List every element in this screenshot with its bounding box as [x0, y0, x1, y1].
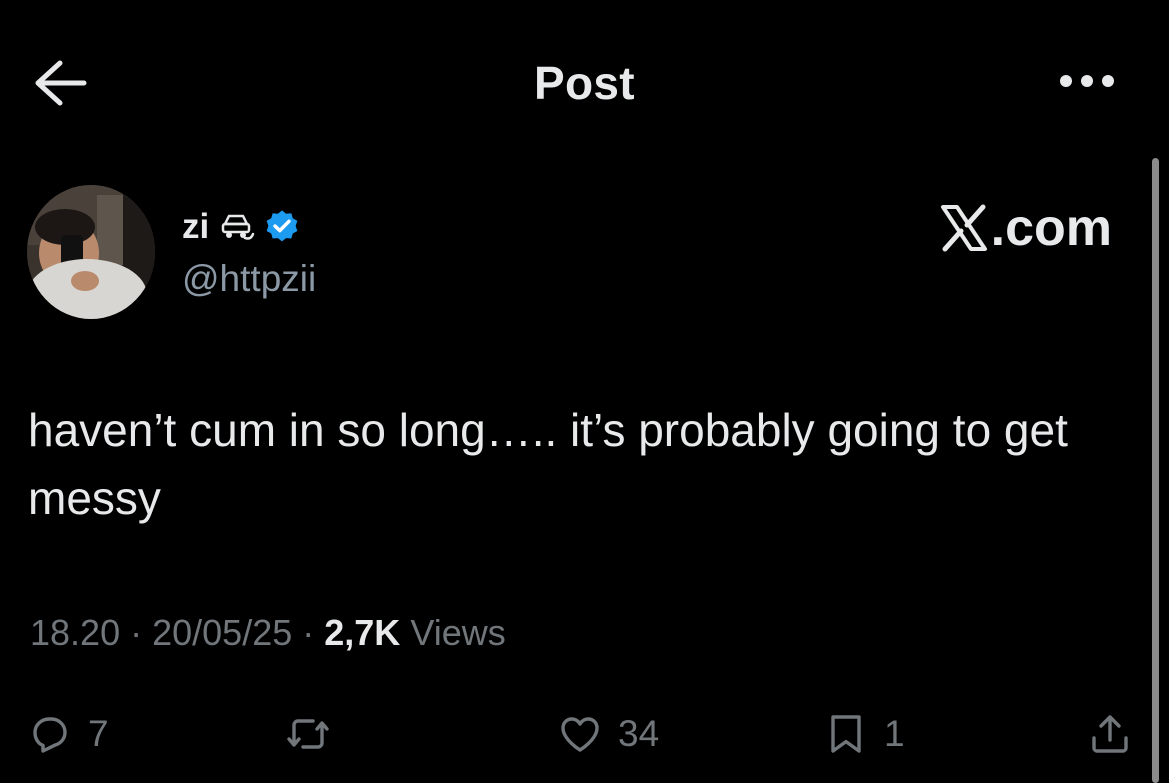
verified-badge-icon [263, 208, 301, 246]
watermark-text: .com [990, 199, 1112, 257]
like-count: 34 [618, 713, 660, 754]
bookmark-button[interactable]: 1 [822, 708, 905, 760]
share-button[interactable] [1086, 708, 1134, 760]
tweet-text: haven’t cum in so long….. it’s probably … [28, 404, 1068, 524]
page-title: Post [534, 57, 635, 109]
meta-separator: · [302, 612, 325, 653]
post-time[interactable]: 18.20 [30, 612, 120, 653]
car-crash-icon [221, 210, 255, 244]
repost-button[interactable] [284, 708, 346, 760]
post-date[interactable]: 20/05/25 [152, 612, 292, 653]
like-button[interactable]: 34 [556, 708, 659, 760]
author-handle[interactable]: @httpzii [182, 258, 316, 300]
post-screen: Post zi @httpzii .com haven’t cum in so … [0, 0, 1169, 783]
x-com-watermark: .com [939, 198, 1112, 258]
post-meta: 18.20 · 20/05/25 · 2,7K Views [30, 612, 506, 654]
x-logo-icon [939, 203, 989, 253]
avatar[interactable] [27, 185, 155, 319]
bookmark-count: 1 [884, 713, 905, 754]
views-label[interactable]: Views [410, 612, 505, 653]
bookmark-icon [831, 715, 861, 753]
author-name-row[interactable]: zi [182, 204, 301, 250]
scrollbar[interactable] [1152, 158, 1159, 783]
reply-count: 7 [88, 713, 109, 754]
repost-icon [287, 719, 329, 749]
display-name[interactable]: zi [182, 207, 209, 247]
reply-icon [33, 717, 67, 753]
meta-separator: · [130, 612, 153, 653]
heart-icon [561, 717, 599, 752]
more-options-icon[interactable] [1052, 66, 1122, 96]
reply-button[interactable]: 7 [26, 708, 109, 760]
views-count[interactable]: 2,7K [324, 612, 400, 653]
share-icon [1092, 715, 1128, 753]
